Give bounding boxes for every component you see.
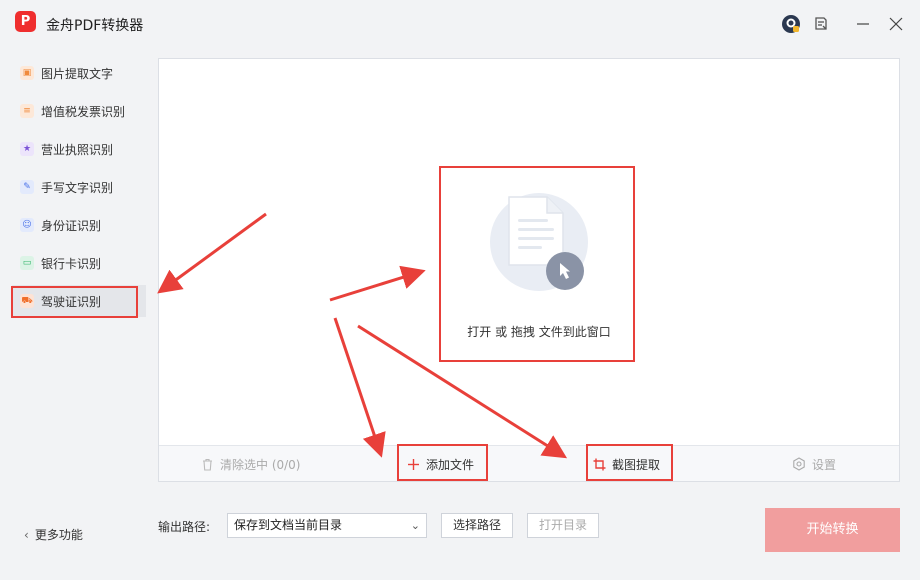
sidebar-item-driver-license[interactable]: ⛟ 驾驶证识别 (12, 285, 146, 317)
sidebar-item-label: 营业执照识别 (41, 142, 114, 157)
screenshot-extract-button[interactable]: 截图提取 (593, 446, 660, 482)
output-path-select[interactable]: 保存到文档当前目录 ⌄ (227, 513, 427, 538)
settings-label: 设置 (812, 457, 837, 472)
drop-zone-hint: 打开 或 拖拽 文件到此窗口 (467, 325, 611, 339)
plus-icon (408, 458, 419, 470)
driver-license-icon: ⛟ (20, 294, 34, 308)
main-panel: 打开 或 拖拽 文件到此窗口 清除选中 (0/0) 添加文件 截图提取 设置 (158, 58, 900, 482)
sidebar-item-id-card[interactable]: ☺ 身份证识别 (12, 209, 146, 241)
license-icon: ★ (20, 142, 34, 156)
screenshot-extract-label: 截图提取 (612, 457, 661, 472)
more-features-link[interactable]: ‹ 更多功能 (24, 526, 83, 543)
file-toolbar: 清除选中 (0/0) 添加文件 截图提取 设置 (159, 445, 899, 481)
sidebar-item-label: 增值税发票识别 (41, 104, 126, 119)
trash-icon (203, 458, 212, 471)
handwriting-icon: ✎ (20, 180, 34, 194)
cursor-click-icon (546, 252, 584, 290)
choose-path-button[interactable]: 选择路径 (441, 513, 513, 538)
start-convert-button[interactable]: 开始转换 (765, 508, 900, 552)
invoice-icon: ≡ (20, 104, 34, 118)
sidebar-item-business-license[interactable]: ★ 营业执照识别 (12, 133, 146, 165)
settings-button[interactable]: 设置 (792, 446, 836, 482)
sidebar-item-label: 图片提取文字 (41, 66, 114, 81)
sidebar: ▣ 图片提取文字 ≡ 增值税发票识别 ★ 营业执照识别 ✎ 手写文字识别 ☺ 身… (0, 48, 150, 580)
close-icon[interactable] (886, 14, 906, 34)
minimize-icon[interactable] (853, 14, 873, 34)
sidebar-item-handwriting[interactable]: ✎ 手写文字识别 (12, 171, 146, 203)
sidebar-item-invoice[interactable]: ≡ 增值税发票识别 (12, 95, 146, 127)
more-features-label: 更多功能 (34, 528, 83, 542)
gear-icon (793, 457, 805, 471)
user-avatar-icon[interactable] (781, 14, 801, 34)
chevron-left-icon: ‹ (24, 527, 29, 542)
file-drop-zone[interactable]: 打开 或 拖拽 文件到此窗口 (159, 59, 899, 445)
crop-icon (593, 458, 606, 470)
sidebar-item-label: 银行卡识别 (41, 256, 102, 271)
image-text-icon: ▣ (20, 66, 34, 80)
add-file-button[interactable]: 添加文件 (407, 446, 474, 482)
feedback-icon[interactable] (811, 14, 831, 34)
output-path-label: 输出路径: (158, 520, 211, 534)
open-directory-button[interactable]: 打开目录 (527, 513, 599, 538)
output-path-value: 保存到文档当前目录 (234, 518, 343, 532)
chevron-down-icon: ⌄ (410, 519, 420, 532)
sidebar-item-label: 驾驶证识别 (41, 294, 102, 309)
sidebar-item-label: 手写文字识别 (41, 180, 114, 195)
app-title: 金舟PDF转换器 (46, 18, 144, 34)
add-file-label: 添加文件 (426, 457, 475, 472)
app-logo: P (15, 11, 36, 32)
sidebar-item-label: 身份证识别 (41, 218, 102, 233)
clear-selected-label: 清除选中 (0/0) (220, 457, 301, 472)
sidebar-item-image-text[interactable]: ▣ 图片提取文字 (12, 57, 146, 89)
title-bar: P 金舟PDF转换器 (0, 0, 920, 48)
sidebar-item-bank-card[interactable]: ▭ 银行卡识别 (12, 247, 146, 279)
clear-selected-button[interactable]: 清除选中 (0/0) (201, 446, 301, 482)
id-card-icon: ☺ (20, 218, 34, 232)
bank-card-icon: ▭ (20, 256, 34, 270)
